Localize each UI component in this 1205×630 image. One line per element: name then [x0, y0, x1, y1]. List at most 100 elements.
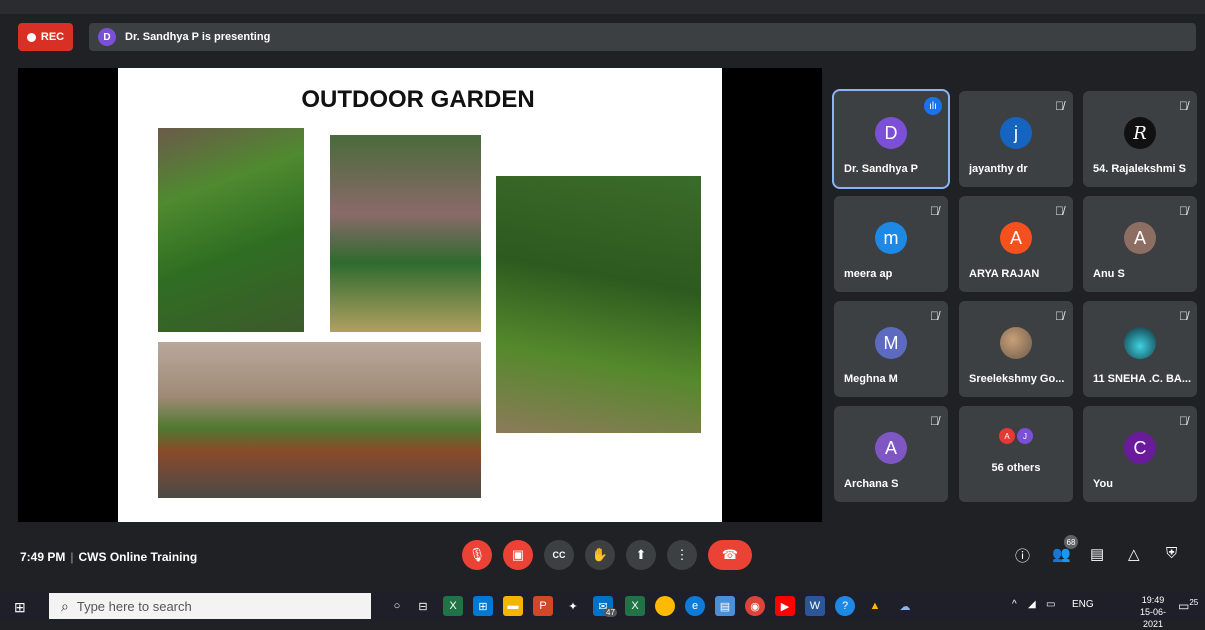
- excel-icon[interactable]: X: [443, 596, 463, 616]
- taskbar-clock[interactable]: 19:49 15-06-2021: [1133, 594, 1173, 630]
- excel-icon-2[interactable]: X: [625, 596, 645, 616]
- garden-photo-plants-fence: [158, 128, 304, 332]
- mic-off-icon: 🎙̸: [1055, 99, 1064, 113]
- participant-tile[interactable]: 🎙̸ A Archana S: [834, 406, 948, 502]
- others-label: 56 others: [991, 462, 1041, 474]
- avatar-photo: [1000, 327, 1032, 359]
- avatar-photo: [1124, 327, 1156, 359]
- participant-tile-self[interactable]: 🎙̸ C You: [1083, 406, 1197, 502]
- recording-label: REC: [40, 31, 65, 43]
- participant-name: Dr. Sandhya P: [844, 163, 918, 175]
- mic-toggle-button[interactable]: 🎙: [462, 540, 492, 570]
- participant-tile[interactable]: 🎙̸ Sreelekshmy Go...: [959, 301, 1073, 397]
- present-icon: ⬆: [635, 547, 647, 562]
- participant-name: jayanthy dr: [969, 163, 1028, 175]
- captions-button[interactable]: CC: [544, 540, 574, 570]
- hand-icon: ✋: [591, 547, 609, 562]
- host-controls-icon[interactable]: ⛨: [1166, 545, 1177, 562]
- avatar: A: [875, 432, 907, 464]
- weather-icon[interactable]: ☁: [895, 596, 915, 616]
- word-icon[interactable]: W: [805, 596, 825, 616]
- mic-off-icon: 🎙̸: [1179, 414, 1188, 428]
- avatar: A: [1124, 222, 1156, 254]
- presenting-info: D Dr. Sandhya P is presenting: [98, 28, 270, 46]
- activities-icon[interactable]: △: [1128, 545, 1140, 563]
- leave-call-button[interactable]: ☎: [708, 540, 752, 570]
- cortana-icon[interactable]: ○: [387, 596, 407, 616]
- sticky-app-icon[interactable]: [655, 596, 675, 616]
- speaking-indicator-icon: ılı: [924, 97, 942, 115]
- slide-title: OUTDOOR GARDEN: [301, 86, 535, 113]
- avatar: A: [1000, 222, 1032, 254]
- notepad-icon[interactable]: ▤: [715, 596, 735, 616]
- more-vert-icon: ⋮: [675, 547, 689, 562]
- garden-photo-vine-tree: [496, 176, 701, 433]
- vlc-icon[interactable]: ▲: [865, 596, 885, 616]
- garden-photo-potted-plants: [158, 342, 481, 498]
- others-tile[interactable]: A J 56 others: [959, 406, 1073, 502]
- participant-name: Archana S: [844, 478, 899, 490]
- participant-tile[interactable]: 🎙̸ m meera ap: [834, 196, 948, 292]
- presenting-status: Dr. Sandhya P is presenting: [125, 31, 271, 43]
- participant-name: Anu S: [1093, 268, 1125, 280]
- captions-icon: CC: [552, 550, 566, 560]
- participant-tile[interactable]: 🎙̸ 11 SNEHA .C. BA...: [1083, 301, 1197, 397]
- clock-time: 19:49: [1141, 595, 1165, 605]
- participant-tile[interactable]: 🎙̸ M Meghna M: [834, 301, 948, 397]
- participant-tile[interactable]: ılı D Dr. Sandhya P: [832, 89, 950, 189]
- mic-off-icon: 🎙̸: [1179, 99, 1188, 113]
- browser-top-strip: [0, 0, 1205, 14]
- taskbar-search[interactable]: ⌕ Type here to search: [49, 593, 371, 619]
- notification-center-icon[interactable]: ▭25: [1178, 598, 1198, 613]
- avatar: M: [875, 327, 907, 359]
- meeting-info: 7:49 PM | CWS Online Training: [20, 550, 197, 564]
- avatar: J: [1017, 428, 1033, 444]
- store-icon[interactable]: ⊞: [473, 596, 493, 616]
- battery-icon[interactable]: ▭: [1046, 599, 1055, 610]
- meeting-time: 7:49 PM: [20, 550, 66, 564]
- hang-up-icon: ☎: [721, 547, 739, 562]
- participant-tile[interactable]: 🎙̸ A Anu S: [1083, 196, 1197, 292]
- present-button[interactable]: ⬆: [626, 540, 656, 570]
- presenter-avatar: D: [98, 28, 116, 46]
- raise-hand-button[interactable]: ✋: [585, 540, 615, 570]
- search-icon: ⌕: [61, 597, 69, 614]
- participant-tile[interactable]: 🎙̸ R 54. Rajalekshmi S: [1083, 91, 1197, 187]
- camera-toggle-button[interactable]: ▣: [503, 540, 533, 570]
- file-explorer-icon[interactable]: ▬: [503, 596, 523, 616]
- mail-count-badge: 47: [604, 608, 617, 617]
- chrome-icon[interactable]: ◉: [745, 596, 765, 616]
- mic-off-icon: 🎙̸: [930, 309, 939, 323]
- presentation-slide: OUTDOOR GARDEN: [118, 68, 722, 522]
- wifi-icon[interactable]: ◢: [1028, 599, 1036, 610]
- youtube-icon[interactable]: ▶: [775, 596, 795, 616]
- chat-icon[interactable]: ▤: [1090, 545, 1104, 563]
- more-options-button[interactable]: ⋮: [667, 540, 697, 570]
- help-icon[interactable]: ?: [835, 596, 855, 616]
- people-icon[interactable]: 👥: [1052, 545, 1071, 563]
- mic-off-icon: 🎙: [468, 547, 486, 562]
- participant-name: Sreelekshmy Go...: [969, 373, 1065, 385]
- record-dot-icon: [26, 32, 36, 42]
- mic-off-icon: 🎙̸: [1055, 309, 1064, 323]
- participant-name: meera ap: [844, 268, 893, 280]
- windows-start-icon[interactable]: ⊞: [14, 599, 26, 616]
- avatar: m: [875, 222, 907, 254]
- meeting-name: CWS Online Training: [78, 550, 198, 564]
- participant-name: 11 SNEHA .C. BA...: [1093, 373, 1192, 385]
- powerpoint-icon[interactable]: P: [533, 596, 553, 616]
- avatar: R: [1124, 117, 1156, 149]
- mic-off-icon: 🎙̸: [1179, 309, 1188, 323]
- participant-name: ARYA RAJAN: [969, 268, 1040, 280]
- task-view-icon[interactable]: ⊟: [413, 596, 433, 616]
- participant-name: 54. Rajalekshmi S: [1093, 163, 1186, 175]
- garden-photo-spiky-plant: [330, 135, 481, 332]
- info-icon[interactable]: ⓘ: [1015, 545, 1030, 566]
- language-indicator[interactable]: ENG: [1072, 599, 1094, 610]
- participant-tile[interactable]: 🎙̸ j jayanthy dr: [959, 91, 1073, 187]
- participant-name: You: [1093, 478, 1113, 490]
- participant-tile[interactable]: 🎙̸ A ARYA RAJAN: [959, 196, 1073, 292]
- edge-icon[interactable]: e: [685, 596, 705, 616]
- tray-chevron-icon[interactable]: ^: [1012, 599, 1017, 610]
- dropbox-icon[interactable]: ✦: [563, 596, 583, 616]
